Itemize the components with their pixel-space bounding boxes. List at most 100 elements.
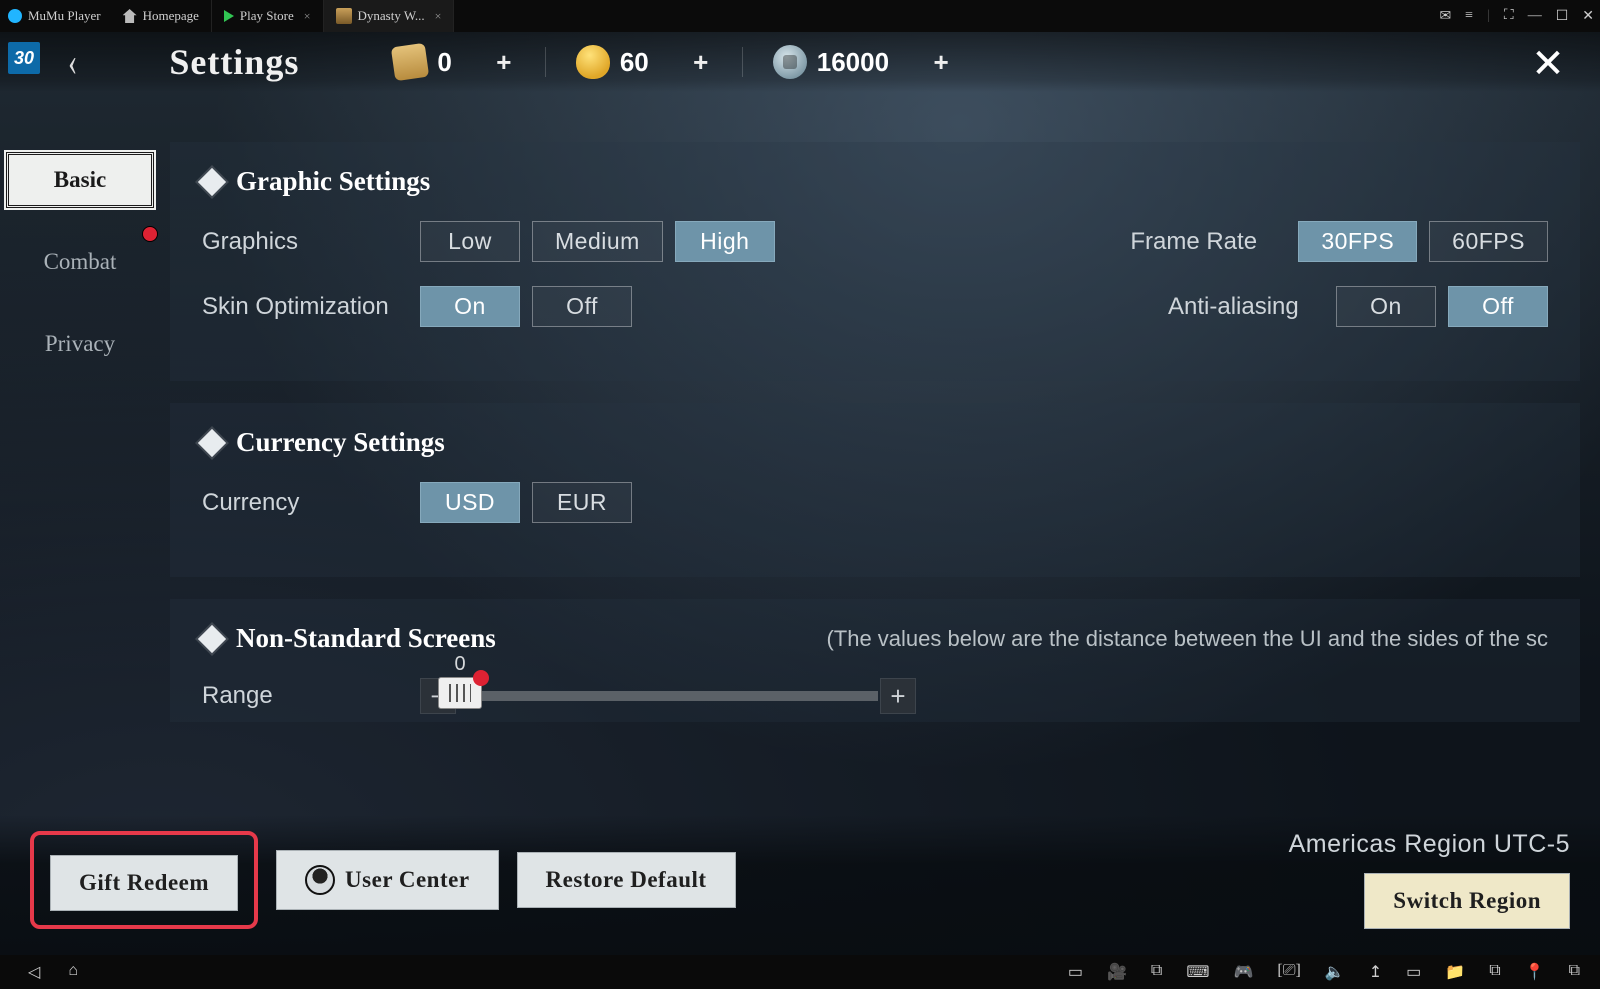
nav-back-icon[interactable]: ◁ [28, 962, 40, 982]
brand-icon [8, 9, 22, 23]
gift-redeem-highlight: Gift Redeem [30, 831, 258, 929]
plus-icon[interactable]: + [687, 48, 715, 76]
user-center-button[interactable]: User Center [276, 850, 499, 910]
settings-sidebar: Basic Combat Privacy [0, 152, 160, 372]
fullscreen-icon[interactable]: ⛶ [1504, 8, 1514, 24]
tool-copy-icon[interactable]: ⧉ [1489, 962, 1500, 982]
close-icon[interactable]: × [435, 9, 442, 24]
plus-button[interactable]: + [880, 678, 916, 714]
nav-home-icon[interactable]: ⌂ [68, 962, 78, 982]
panel-title: Graphic Settings [236, 166, 430, 197]
plus-icon[interactable]: + [927, 48, 955, 76]
option-aa-off[interactable]: Off [1448, 286, 1548, 327]
ticket-icon [391, 43, 429, 81]
currency-ticket[interactable]: 0 + [379, 41, 531, 83]
tool-screenshot-icon[interactable]: [⎚] [1277, 962, 1300, 982]
setting-label: Anti-aliasing [1168, 293, 1318, 321]
setting-label: Skin Optimization [202, 293, 402, 321]
emulator-tools: ▭ 🎥 ⧉ ⌨ 🎮 [⎚] 🔈 ↥ ▭ 📁 ⧉ 📍 ⧉ [1068, 962, 1600, 982]
tool-folder-icon[interactable]: 📁 [1445, 962, 1465, 982]
tool-location-icon[interactable]: 📍 [1525, 962, 1545, 982]
slider-track[interactable]: 0 [458, 691, 878, 701]
tool-camera-icon[interactable]: 🎥 [1107, 962, 1127, 982]
diamond-icon [198, 624, 226, 652]
home-icon [123, 9, 137, 23]
tool-record-icon[interactable]: ▭ [1068, 962, 1083, 982]
level-badge[interactable]: 30 [8, 42, 40, 74]
sidebar-item-label: Privacy [45, 331, 115, 357]
switch-region-button[interactable]: Switch Region [1364, 873, 1570, 929]
alert-badge-icon [473, 670, 489, 686]
tool-volume-icon[interactable]: 🔈 [1325, 962, 1345, 982]
option-usd[interactable]: USD [420, 482, 520, 523]
tab-homepage[interactable]: Homepage [111, 0, 212, 32]
emulator-tabs: Homepage Play Store × Dynasty W... × [111, 0, 455, 32]
button-label: Gift Redeem [79, 870, 209, 896]
option-skin-on[interactable]: On [420, 286, 520, 327]
plus-icon[interactable]: + [490, 48, 518, 76]
option-graphics-medium[interactable]: Medium [532, 221, 663, 262]
hud-bar: 30 ‹ Settings 0 + 60 + 16000 + ✕ [0, 32, 1600, 92]
sidebar-item-combat[interactable]: Combat [6, 234, 154, 290]
brand-label: MuMu Player [28, 8, 101, 24]
tab-label: Play Store [240, 8, 294, 24]
currency-gold[interactable]: 60 + [562, 41, 729, 83]
option-graphics-low[interactable]: Low [420, 221, 520, 262]
page-title: Settings [169, 41, 299, 83]
mail-icon[interactable]: ✉ [1439, 8, 1451, 25]
coin-icon [773, 45, 807, 79]
currencies: 0 + 60 + 16000 + [379, 41, 969, 83]
diamond-icon [198, 167, 226, 195]
tool-multiwin-icon[interactable]: ⧉ [1151, 962, 1162, 982]
currency-coin[interactable]: 16000 + [759, 41, 969, 83]
user-icon [305, 865, 335, 895]
option-eur[interactable]: EUR [532, 482, 632, 523]
panel-title: Non-Standard Screens [236, 623, 496, 654]
close-window-icon[interactable]: ✕ [1582, 8, 1594, 25]
sidebar-item-basic[interactable]: Basic [6, 152, 154, 208]
region-text: Americas Region UTC-5 [1289, 830, 1570, 859]
option-skin-off[interactable]: Off [532, 286, 632, 327]
emulator-brand: MuMu Player [0, 8, 111, 24]
panel-currency-settings: Currency Settings Currency USD EUR [170, 403, 1580, 577]
tab-game[interactable]: Dynasty W... × [324, 0, 455, 32]
gold-icon [576, 45, 610, 79]
option-aa-on[interactable]: On [1336, 286, 1436, 327]
window-controls: ✉ ≡ | ⛶ — ☐ ✕ [1439, 0, 1594, 32]
option-fps-30[interactable]: 30FPS [1298, 221, 1417, 262]
sidebar-item-privacy[interactable]: Privacy [6, 316, 154, 372]
alert-badge-icon [142, 226, 158, 242]
range-slider[interactable]: − 0 + [420, 678, 916, 714]
tab-playstore[interactable]: Play Store × [212, 0, 324, 32]
game-icon [336, 8, 352, 24]
menu-icon[interactable]: ≡ [1465, 8, 1473, 24]
setting-label: Range [202, 682, 402, 710]
back-button[interactable]: ‹ [68, 42, 77, 82]
close-button[interactable]: ✕ [1526, 42, 1570, 86]
slider-handle[interactable] [438, 677, 482, 709]
tab-label: Dynasty W... [358, 8, 425, 24]
panel-graphic-settings: Graphic Settings Graphics Low Medium Hig… [170, 142, 1580, 381]
maximize-icon[interactable]: ☐ [1556, 8, 1569, 25]
setting-label: Frame Rate [1130, 228, 1280, 256]
tab-label: Homepage [143, 8, 199, 24]
settings-main[interactable]: Graphic Settings Graphics Low Medium Hig… [170, 142, 1580, 815]
option-fps-60[interactable]: 60FPS [1429, 221, 1548, 262]
currency-value: 16000 [817, 47, 889, 78]
minimize-icon[interactable]: — [1528, 8, 1542, 24]
tool-gamepad-icon[interactable]: 🎮 [1233, 962, 1253, 982]
tool-rotate-icon[interactable]: ▭ [1406, 962, 1421, 982]
button-label: Switch Region [1393, 888, 1541, 914]
restore-default-button[interactable]: Restore Default [517, 852, 736, 908]
currency-value: 0 [437, 47, 451, 78]
panel-hint: (The values below are the distance betwe… [826, 626, 1548, 652]
gift-redeem-button[interactable]: Gift Redeem [50, 855, 238, 911]
diamond-icon [198, 428, 226, 456]
close-icon[interactable]: × [304, 9, 311, 24]
tool-more-icon[interactable]: ⧉ [1569, 962, 1580, 982]
sidebar-item-label: Basic [54, 167, 106, 193]
setting-label: Currency [202, 489, 402, 517]
tool-keyboard-icon[interactable]: ⌨ [1186, 962, 1209, 982]
tool-apk-icon[interactable]: ↥ [1369, 962, 1382, 982]
option-graphics-high[interactable]: High [675, 221, 775, 262]
